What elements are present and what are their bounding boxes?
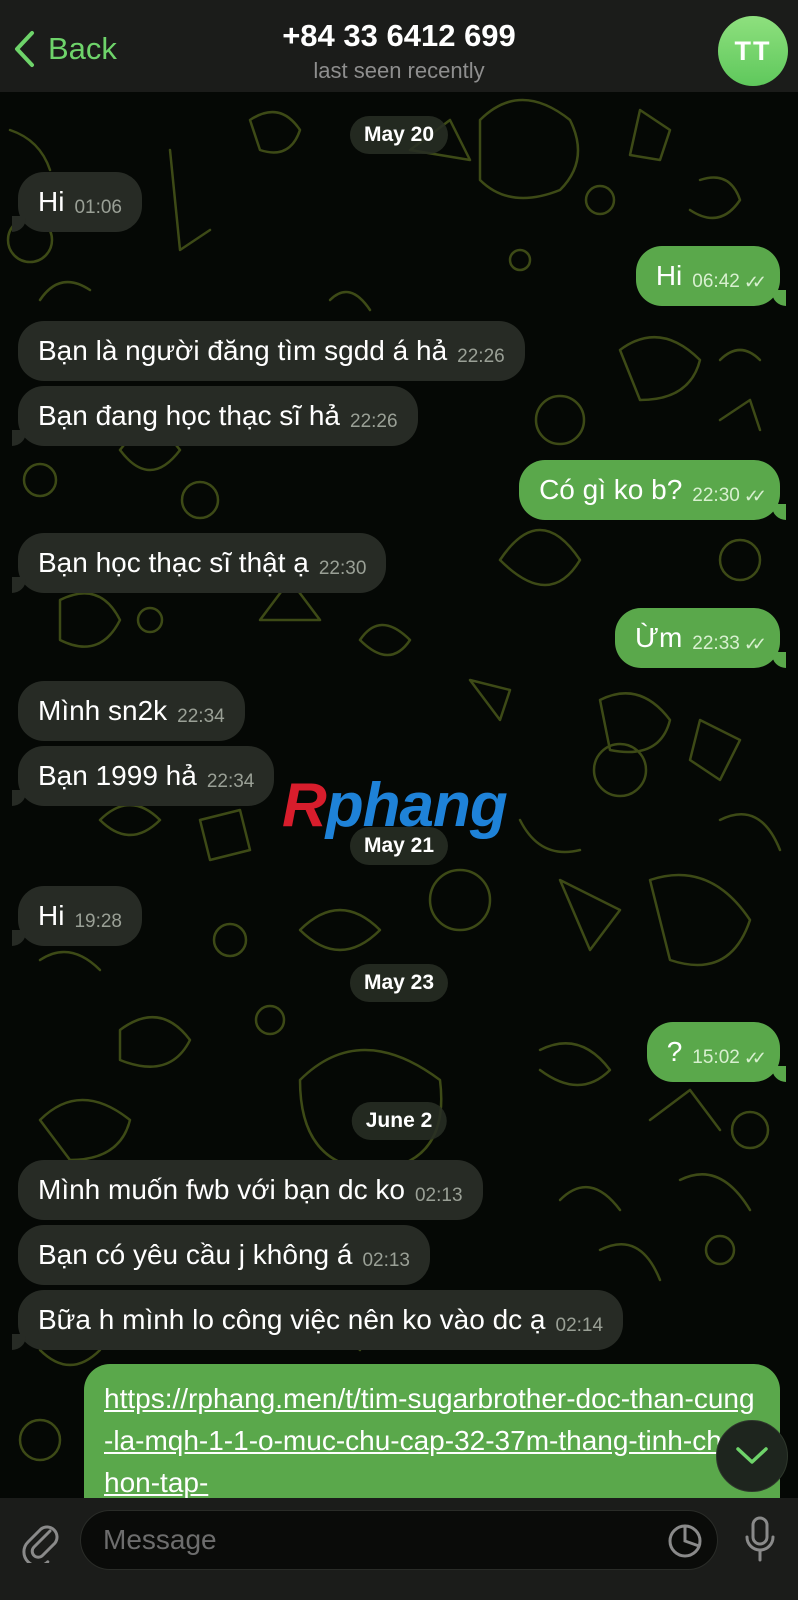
message-out[interactable]: Hi 06:42 ✓✓ xyxy=(635,246,786,306)
chat-screen: Back +84 33 6412 699 last seen recently … xyxy=(0,0,798,1600)
double-check-icon: ✓✓ xyxy=(743,485,767,506)
message-text: Bạn có yêu cầu j không á xyxy=(38,1239,353,1270)
sticker-button[interactable] xyxy=(666,1522,704,1560)
date-separator: May 20 xyxy=(349,116,449,154)
message-input[interactable] xyxy=(80,1510,718,1570)
message-time: 22:30 xyxy=(692,485,740,506)
message-text: Bữa h mình lo công việc nên ko vào dc ạ xyxy=(38,1304,546,1335)
message-time: 22:26 xyxy=(457,346,505,367)
message-text: Có gì ko b? xyxy=(539,474,683,505)
message-time: 19:28 xyxy=(74,911,122,932)
message-out[interactable]: ? 15:02 ✓✓ xyxy=(646,1022,786,1082)
watermark-logo: Rphang xyxy=(282,770,508,841)
paperclip-icon xyxy=(22,1525,59,1563)
message-text: Hi xyxy=(38,900,65,931)
message-in[interactable]: Bạn có yêu cầu j không á 02:13 xyxy=(18,1225,430,1285)
message-out[interactable]: Ừm 22:33 ✓✓ xyxy=(615,608,786,668)
message-in[interactable]: Bạn là người đăng tìm sgdd á hả 22:26 xyxy=(18,321,525,381)
message-in[interactable]: Bữa h mình lo công việc nên ko vào dc ạ … xyxy=(12,1290,624,1350)
message-text: Bạn học thạc sĩ thật ạ xyxy=(38,547,309,578)
message-time: 22:34 xyxy=(177,706,225,727)
message-time: 02:13 xyxy=(414,1185,463,1206)
message-out[interactable]: Có gì ko b? 22:30 ✓✓ xyxy=(519,460,786,520)
date-separator: June 2 xyxy=(351,1102,447,1140)
message-time: 22:34 xyxy=(206,771,255,792)
message-link[interactable]: https://rphang.men/t/tim-sugarbrother-do… xyxy=(104,1378,760,1504)
message-time: 22:26 xyxy=(350,411,398,432)
watermark-part1: R xyxy=(282,771,327,840)
message-time: 06:42 xyxy=(692,271,740,292)
last-seen-status: last seen recently xyxy=(313,58,485,83)
message-text: Bạn là người đăng tìm sgdd á hả xyxy=(38,335,448,366)
scroll-to-bottom-button[interactable] xyxy=(716,1420,788,1492)
chat-header: Back +84 33 6412 699 last seen recently … xyxy=(0,0,798,92)
message-in[interactable]: Bạn học thạc sĩ thật ạ 22:30 xyxy=(12,533,387,593)
double-check-icon: ✓✓ xyxy=(743,633,767,654)
message-text: Ừm xyxy=(635,622,683,653)
message-time: 22:33 xyxy=(692,633,740,654)
message-time: 15:02 xyxy=(692,1047,740,1068)
message-time: 01:06 xyxy=(74,197,122,218)
message-in[interactable]: Mình muốn fwb với bạn dc ko 02:13 xyxy=(18,1160,483,1220)
contact-phone-title[interactable]: +84 33 6412 699 xyxy=(0,18,798,54)
date-separator: May 23 xyxy=(349,964,449,1002)
message-in[interactable]: Hi 01:06 xyxy=(12,172,142,232)
message-in[interactable]: Mình sn2k 22:34 xyxy=(18,681,245,741)
double-check-icon: ✓✓ xyxy=(743,271,767,292)
message-text: Bạn đang học thạc sĩ hả xyxy=(38,400,340,431)
message-in[interactable]: Bạn đang học thạc sĩ hả 22:26 xyxy=(12,386,418,446)
microphone-icon xyxy=(745,1516,775,1562)
chevron-down-icon xyxy=(736,1447,768,1464)
message-time: 22:30 xyxy=(318,558,367,579)
message-text: Hi xyxy=(655,260,683,291)
message-text: ? xyxy=(666,1036,683,1067)
sticker-icon xyxy=(668,1524,702,1558)
avatar[interactable]: TT xyxy=(718,16,788,86)
double-check-icon: ✓✓ xyxy=(743,1047,767,1068)
attach-button[interactable] xyxy=(14,1514,66,1566)
message-time: 02:14 xyxy=(555,1315,604,1336)
watermark-part2: phang xyxy=(325,771,508,840)
avatar-initials: TT xyxy=(734,35,772,66)
message-in[interactable]: Hi 19:28 xyxy=(12,886,142,946)
message-text: Mình muốn fwb với bạn dc ko xyxy=(38,1174,405,1205)
message-text: Bạn 1999 hả xyxy=(38,760,197,791)
message-text: Hi xyxy=(38,186,65,217)
message-in[interactable]: Bạn 1999 hả 22:34 xyxy=(12,746,275,806)
message-text: Mình sn2k xyxy=(38,695,168,726)
microphone-button[interactable] xyxy=(738,1512,782,1568)
message-time: 02:13 xyxy=(362,1250,410,1271)
message-composer xyxy=(0,1498,798,1600)
